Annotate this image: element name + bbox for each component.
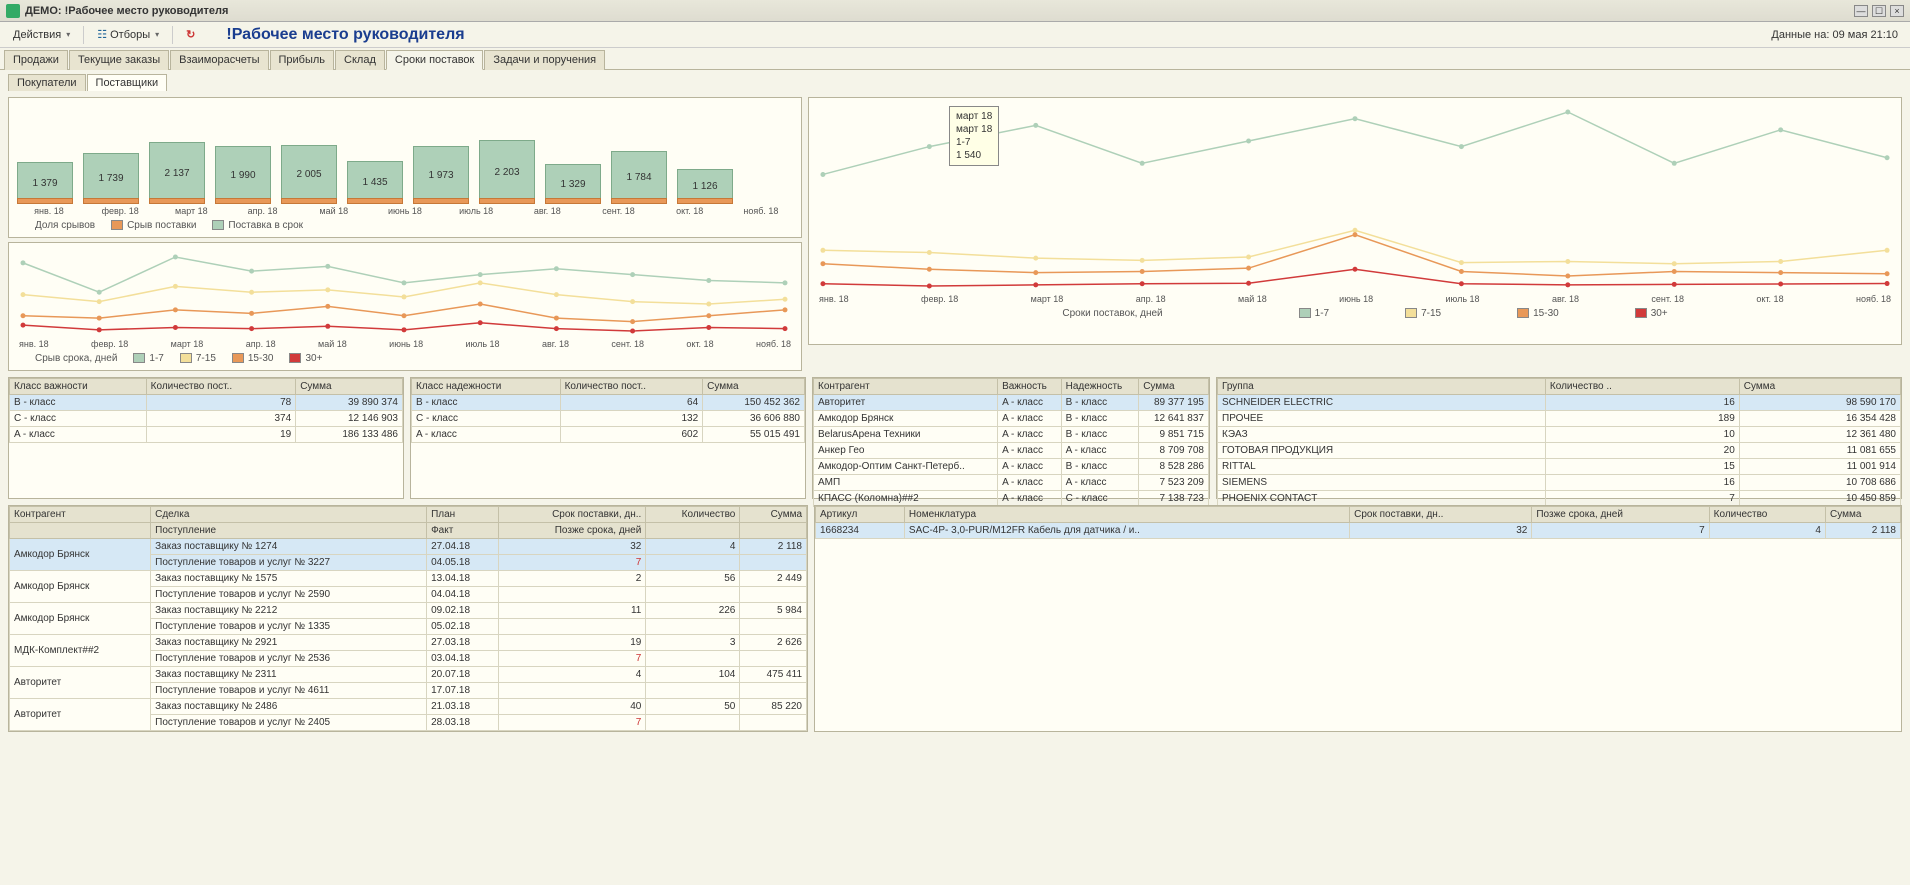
tab-main-3[interactable]: Прибыль — [270, 50, 335, 70]
table-row[interactable]: SCHNEIDER ELECTRIC1698 590 170 — [1218, 395, 1901, 411]
table-row[interactable]: АвторитетA - классB - класс89 377 195 — [814, 395, 1209, 411]
table-row[interactable]: SIEMENS1610 708 686 — [1218, 475, 1901, 491]
page-title: !Рабочее место руководителя — [226, 26, 464, 44]
table-row[interactable]: КЭАЗ1012 361 480 — [1218, 427, 1901, 443]
maximize-button[interactable]: ☐ — [1872, 5, 1886, 17]
table-row[interactable]: A - класс60255 015 491 — [412, 427, 805, 443]
table-row[interactable]: Амкодор БрянскЗаказ поставщику № 221209.… — [10, 603, 807, 619]
table-row[interactable]: A - класс19186 133 486 — [10, 427, 403, 443]
table-row[interactable]: RITTAL1511 001 914 — [1218, 459, 1901, 475]
table-row[interactable]: Амкодор БрянскЗаказ поставщику № 127427.… — [10, 539, 807, 555]
table-row[interactable]: АвторитетЗаказ поставщику № 248621.03.18… — [10, 699, 807, 715]
line1-legend: Срыв срока, дней 1-7 7-15 15-30 30+ — [15, 353, 795, 364]
status-timestamp: Данные на: 09 мая 21:10 — [1771, 29, 1898, 41]
app-icon — [6, 4, 20, 18]
table-row[interactable]: АМПA - классA - класс7 523 209 — [814, 475, 1209, 491]
table-articles[interactable]: АртикулНоменклатураСрок поставки, дн..По… — [814, 505, 1902, 732]
table-deals[interactable]: КонтрагентСделкаПланСрок поставки, дн..К… — [8, 505, 808, 732]
table-row[interactable]: ПРОЧЕЕ18916 354 428 — [1218, 411, 1901, 427]
table-row[interactable]: BelarusАрена ТехникиA - классB - класс9 … — [814, 427, 1209, 443]
table-row[interactable]: Анкер ГеоA - классA - класс8 709 708 — [814, 443, 1209, 459]
actions-menu[interactable]: Действия — [6, 26, 77, 44]
table-row[interactable]: Амкодор БрянскA - классB - класс12 641 8… — [814, 411, 1209, 427]
tab-main-0[interactable]: Продажи — [4, 50, 68, 70]
line-chart-delivery-days: март 18 март 18 1-7 1 540 янв. 18февр. 1… — [808, 97, 1902, 345]
minimize-button[interactable]: — — [1854, 5, 1868, 17]
table-row[interactable]: АвторитетЗаказ поставщику № 231120.07.18… — [10, 667, 807, 683]
refresh-button[interactable]: ↻ — [179, 25, 202, 44]
table-row[interactable]: 1668234SAC-4P- 3,0-PUR/M12FR Кабель для … — [816, 523, 1901, 539]
table-row[interactable]: B - класс64150 452 362 — [412, 395, 805, 411]
table-reliability-class[interactable]: Класс надежностиКоличество пост..СуммаB … — [410, 377, 806, 499]
window-title: ДЕМО: !Рабочее место руководителя — [25, 5, 1854, 17]
titlebar: ДЕМО: !Рабочее место руководителя — ☐ × — [0, 0, 1910, 22]
sub-tabs: ПокупателиПоставщики — [0, 69, 1910, 91]
table-importance-class[interactable]: Класс важностиКоличество пост..СуммаB - … — [8, 377, 404, 499]
filters-menu[interactable]: ☷ Отборы — [90, 25, 166, 44]
main-tabs: ПродажиТекущие заказыВзаиморасчетыПрибыл… — [0, 48, 1910, 70]
table-row[interactable]: Амкодор-Оптим Санкт-Петерб..A - классB -… — [814, 459, 1209, 475]
line2-legend: Сроки поставок, дней 1-7 7-15 15-30 30+ — [815, 308, 1895, 319]
table-counterparty[interactable]: КонтрагентВажностьНадежностьСуммаАвторит… — [812, 377, 1210, 499]
line-chart-delay-days: янв. 18февр. 18март 18апр. 18май 18июнь … — [8, 242, 802, 371]
table-row[interactable]: ГОТОВАЯ ПРОДУКЦИЯ2011 081 655 — [1218, 443, 1901, 459]
table-group[interactable]: ГруппаКоличество ..СуммаSCHNEIDER ELECTR… — [1216, 377, 1902, 499]
tab-main-1[interactable]: Текущие заказы — [69, 50, 169, 70]
chart-tooltip: март 18 март 18 1-7 1 540 — [949, 106, 999, 166]
tab-main-6[interactable]: Задачи и поручения — [484, 50, 605, 70]
table-row[interactable]: B - класс7839 890 374 — [10, 395, 403, 411]
close-button[interactable]: × — [1890, 5, 1904, 17]
toolbar: Действия ☷ Отборы ↻ !Рабочее место руков… — [0, 22, 1910, 48]
bar-legend: Доля срывов Срыв поставки Поставка в сро… — [15, 220, 795, 231]
tab-main-5[interactable]: Сроки поставок — [386, 50, 483, 70]
table-row[interactable]: C - класс13236 606 880 — [412, 411, 805, 427]
tab-sub-1[interactable]: Поставщики — [87, 74, 168, 91]
bar-chart-share-failures: 1 3791 7392 1371 9902 0051 4351 9732 203… — [8, 97, 802, 238]
tab-sub-0[interactable]: Покупатели — [8, 74, 86, 91]
tab-main-2[interactable]: Взаиморасчеты — [170, 50, 268, 70]
tab-main-4[interactable]: Склад — [335, 50, 385, 70]
table-row[interactable]: Амкодор БрянскЗаказ поставщику № 157513.… — [10, 571, 807, 587]
table-row[interactable]: МДК-Комплект##2Заказ поставщику № 292127… — [10, 635, 807, 651]
table-row[interactable]: C - класс37412 146 903 — [10, 411, 403, 427]
